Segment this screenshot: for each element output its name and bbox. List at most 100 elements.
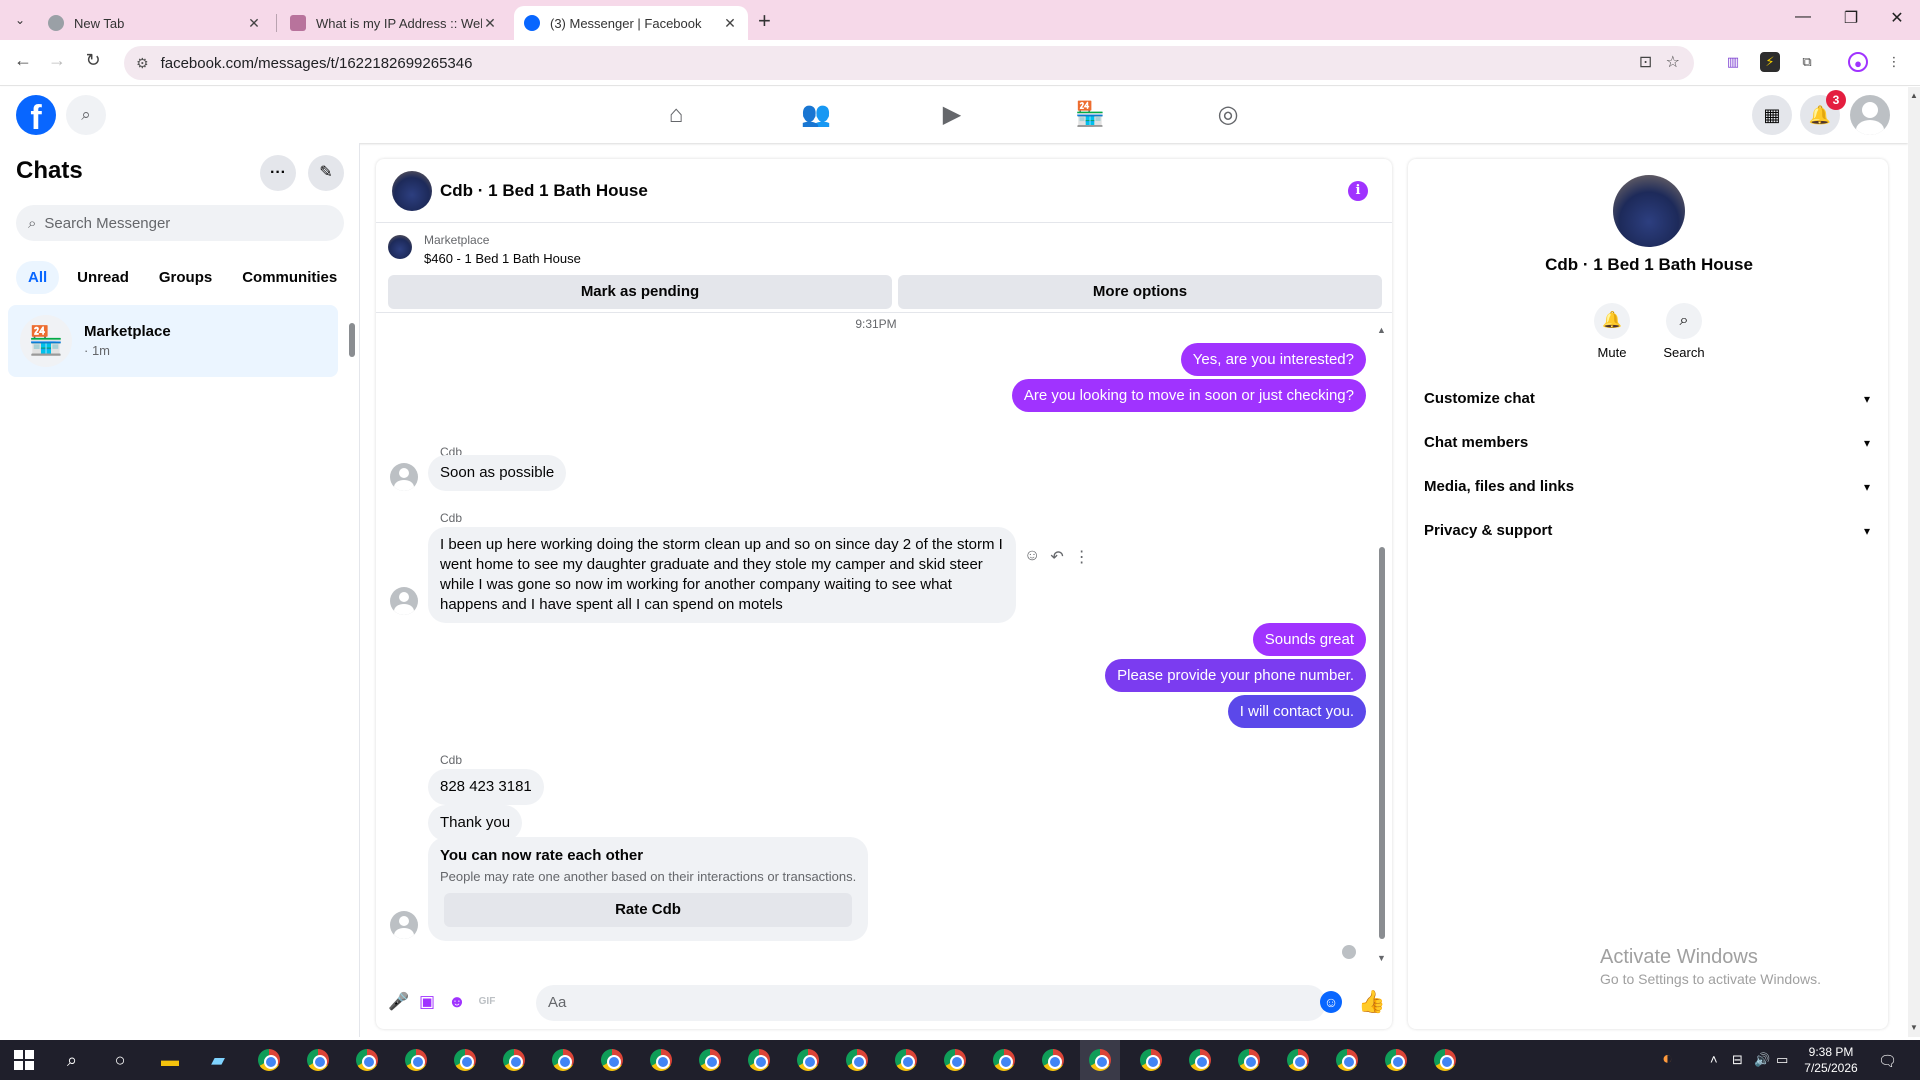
react-emoji-icon[interactable]: ☺ xyxy=(1024,547,1040,567)
reply-icon[interactable]: ↶ xyxy=(1050,547,1063,567)
chrome-taskbar-icon[interactable] xyxy=(1287,1049,1309,1071)
conversation-avatar[interactable] xyxy=(392,171,432,211)
friends-icon[interactable]: 👥 xyxy=(798,97,834,133)
filter-groups[interactable]: Groups xyxy=(147,261,224,294)
scroll-up-arrow-icon[interactable]: ▲ xyxy=(1377,325,1386,335)
tab-messenger[interactable]: (3) Messenger | Facebook ✕ xyxy=(514,6,748,40)
chrome-taskbar-icon[interactable] xyxy=(650,1049,672,1071)
forward-button[interactable]: → xyxy=(44,50,70,71)
chrome-taskbar-icon[interactable] xyxy=(503,1049,525,1071)
minimize-window-button[interactable]: — xyxy=(1780,8,1826,26)
close-tab-icon[interactable]: ✕ xyxy=(246,15,262,32)
close-window-button[interactable]: ✕ xyxy=(1874,8,1920,28)
sender-avatar[interactable] xyxy=(390,463,418,491)
chrome-taskbar-icon[interactable] xyxy=(356,1049,378,1071)
chrome-taskbar-icon[interactable] xyxy=(699,1049,721,1071)
chats-options-button[interactable]: ··· xyxy=(260,155,296,191)
maximize-window-button[interactable]: ❐ xyxy=(1828,8,1874,28)
outgoing-message[interactable]: Are you looking to move in soon or just … xyxy=(1011,379,1366,412)
chrome-taskbar-icon[interactable] xyxy=(1238,1049,1260,1071)
close-tab-icon[interactable]: ✕ xyxy=(482,15,498,32)
chrome-taskbar-icon[interactable] xyxy=(1336,1049,1358,1071)
customize-chat-section[interactable]: Customize chat ▾ xyxy=(1424,381,1880,417)
microphone-icon[interactable]: 🎤 xyxy=(388,991,410,1013)
weather-icon[interactable]: ◐ xyxy=(1662,1048,1673,1069)
chat-list-scrollbar[interactable] xyxy=(348,311,356,371)
taskbar-clock[interactable]: 9:38 PM 7/25/2026 xyxy=(1796,1044,1866,1076)
sender-avatar[interactable] xyxy=(390,911,418,939)
attach-photo-icon[interactable]: ▣ xyxy=(416,991,438,1013)
chrome-taskbar-icon[interactable] xyxy=(1385,1049,1407,1071)
bell-icon[interactable]: 🔔 xyxy=(1594,303,1630,339)
scrollbar-thumb[interactable] xyxy=(1379,547,1385,939)
page-scrollbar[interactable]: ▲ ▼ xyxy=(1908,87,1920,1037)
site-info-icon[interactable]: ⚙ xyxy=(136,55,149,72)
chrome-taskbar-icon[interactable] xyxy=(405,1049,427,1071)
chrome-taskbar-icon[interactable] xyxy=(1089,1049,1111,1071)
chrome-taskbar-icon[interactable] xyxy=(797,1049,819,1071)
volume-icon[interactable]: 🔊 xyxy=(1754,1052,1770,1068)
back-button[interactable]: ← xyxy=(10,50,36,71)
task-view-icon[interactable]: ○ xyxy=(108,1048,132,1072)
reload-button[interactable]: ↻ xyxy=(80,50,106,71)
incoming-message[interactable]: Soon as possible xyxy=(428,455,567,491)
chrome-taskbar-icon[interactable] xyxy=(748,1049,770,1071)
network-icon[interactable]: ⊟ xyxy=(1732,1052,1743,1068)
conversation-scrollbar[interactable]: ▲ ▼ xyxy=(1376,325,1388,965)
chrome-taskbar-icon[interactable] xyxy=(1140,1049,1162,1071)
scroll-down-arrow-icon[interactable]: ▼ xyxy=(1377,953,1386,963)
file-explorer-icon[interactable]: ▬ xyxy=(158,1048,182,1072)
extensions-puzzle-icon[interactable]: ⧉ xyxy=(1797,52,1817,72)
home-icon[interactable]: ⌂ xyxy=(658,97,694,133)
conversation-title[interactable]: Cdb · 1 Bed 1 Bath House xyxy=(440,181,648,201)
facebook-search-icon[interactable]: ⌕ xyxy=(66,95,106,135)
new-message-button[interactable]: ✎ xyxy=(308,155,344,191)
mark-as-pending-button[interactable]: Mark as pending xyxy=(388,275,892,309)
menu-grid-icon[interactable]: ▦ xyxy=(1752,95,1792,135)
privacy-support-section[interactable]: Privacy & support ▾ xyxy=(1424,513,1880,549)
message-input[interactable]: Aa xyxy=(536,985,1326,1021)
chrome-taskbar-icon[interactable] xyxy=(307,1049,329,1071)
windows-start-icon[interactable] xyxy=(14,1050,34,1070)
chrome-taskbar-icon[interactable] xyxy=(846,1049,868,1071)
tab-search-chevron-icon[interactable]: ⌄ xyxy=(10,10,30,30)
profile-icon[interactable]: ● xyxy=(1848,52,1868,72)
filter-unread[interactable]: Unread xyxy=(65,261,141,294)
outgoing-message[interactable]: Please provide your phone number. xyxy=(1105,659,1366,692)
install-app-icon[interactable]: ⊡ xyxy=(1639,54,1652,71)
chrome-taskbar-icon[interactable] xyxy=(552,1049,574,1071)
tab-new-tab[interactable]: New Tab ✕ xyxy=(38,6,272,40)
chrome-taskbar-icon[interactable] xyxy=(1189,1049,1211,1071)
rate-user-button[interactable]: Rate Cdb xyxy=(444,893,852,927)
info-icon[interactable]: i xyxy=(1348,181,1368,201)
scroll-up-arrow-icon[interactable]: ▲ xyxy=(1910,91,1918,100)
sticker-icon[interactable]: ☻ xyxy=(446,991,468,1013)
chrome-taskbar-icon[interactable] xyxy=(454,1049,476,1071)
chrome-taskbar-icon[interactable] xyxy=(1042,1049,1064,1071)
more-actions-icon[interactable]: ⋮ xyxy=(1074,547,1090,567)
new-tab-button[interactable]: + xyxy=(758,8,771,34)
incoming-message[interactable]: I been up here working doing the storm c… xyxy=(428,527,1016,623)
chrome-taskbar-icon[interactable] xyxy=(258,1049,280,1071)
browser-menu-icon[interactable]: ⋮ xyxy=(1884,52,1904,72)
incoming-message[interactable]: 828 423 3181 xyxy=(428,769,544,805)
scrollbar-thumb[interactable] xyxy=(349,323,355,357)
bookmark-star-icon[interactable]: ☆ xyxy=(1666,54,1680,71)
incoming-message[interactable]: Thank you xyxy=(428,805,523,841)
listing-thumbnail[interactable] xyxy=(388,235,412,259)
listing-title[interactable]: $460 - 1 Bed 1 Bath House xyxy=(424,251,581,266)
search-icon[interactable]: ⌕ xyxy=(1666,303,1702,339)
outgoing-message[interactable]: Sounds great xyxy=(1252,623,1366,656)
filter-all[interactable]: All xyxy=(16,261,60,294)
media-files-links-section[interactable]: Media, files and links ▾ xyxy=(1424,469,1880,505)
groups-icon[interactable]: ◎ xyxy=(1210,97,1246,133)
conversation-avatar-large[interactable] xyxy=(1613,175,1685,247)
network-status-icon[interactable]: ▭ xyxy=(1776,1052,1788,1068)
facebook-logo-icon[interactable]: f xyxy=(16,95,56,137)
scroll-down-arrow-icon[interactable]: ▼ xyxy=(1910,1023,1918,1032)
video-icon[interactable]: ▶ xyxy=(934,97,970,133)
outgoing-message[interactable]: I will contact you. xyxy=(1227,695,1366,728)
tab-ip-address[interactable]: What is my IP Address :: WebBr ✕ xyxy=(280,6,508,40)
chat-list-item-marketplace[interactable]: 🏪 Marketplace · 1m xyxy=(8,305,338,377)
chrome-taskbar-icon[interactable] xyxy=(993,1049,1015,1071)
